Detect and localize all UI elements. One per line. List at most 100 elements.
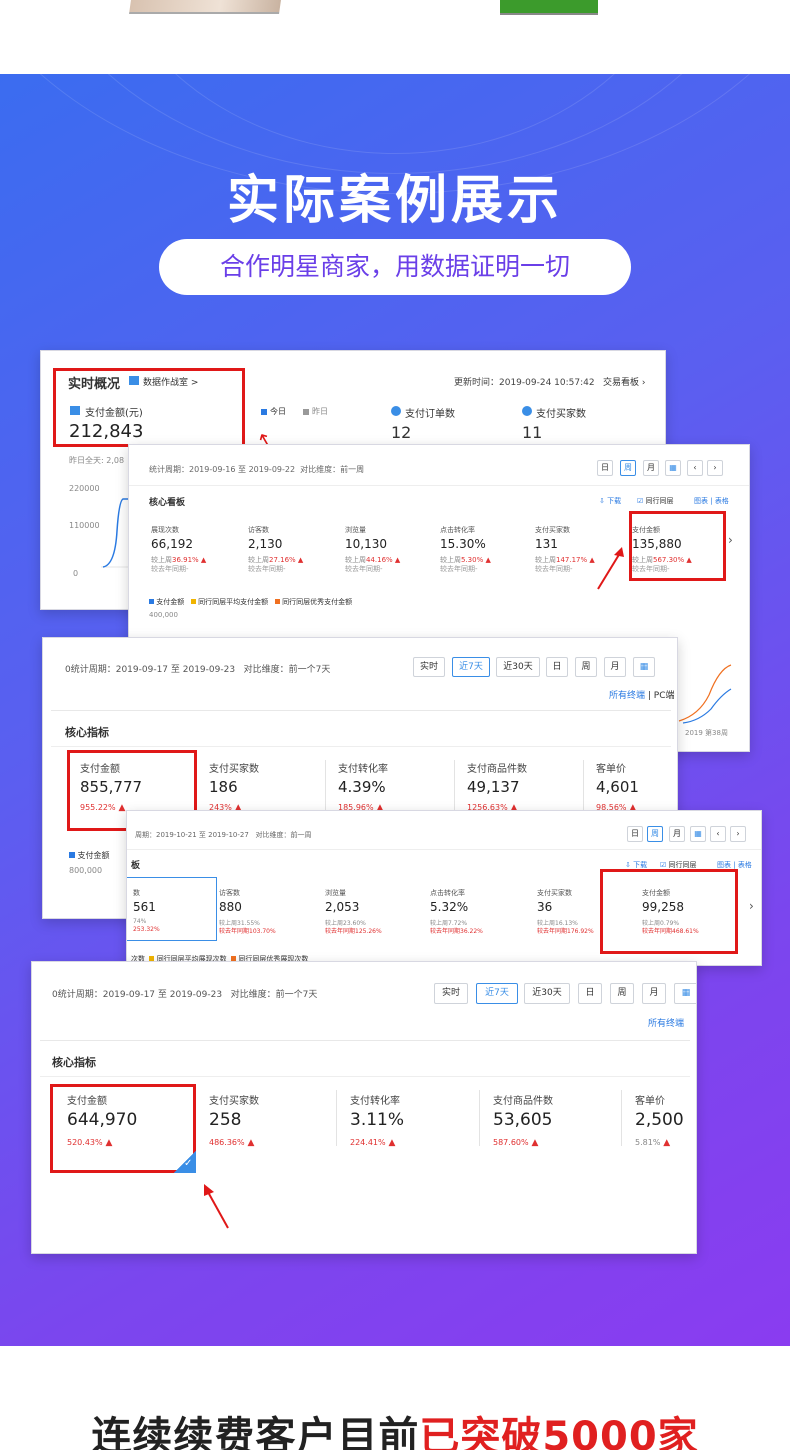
metric-pct-value: 486.36% xyxy=(209,1138,245,1147)
btn-day[interactable]: 日 xyxy=(627,826,643,842)
metric-label: 支付买家数 xyxy=(209,764,259,775)
btn-week[interactable]: 周 xyxy=(575,657,597,677)
divider xyxy=(129,485,749,486)
section-title: 板 xyxy=(131,861,141,871)
legend-yesterday-swatch xyxy=(303,409,309,415)
metric-pct: 5.81% ▲ xyxy=(635,1138,670,1148)
btn-month[interactable]: 月 xyxy=(669,826,685,842)
metric-label: 浏览量 xyxy=(325,889,346,897)
metric-label: 访客数 xyxy=(219,889,240,897)
metric-label: 访客数 xyxy=(248,526,269,534)
terminal-select[interactable]: 所有终端 | PC端 xyxy=(609,688,675,701)
compare-pct: 36.91% xyxy=(172,556,199,564)
btn-month[interactable]: 月 xyxy=(642,983,666,1004)
btn-week[interactable]: 周 xyxy=(610,983,634,1004)
next-icon[interactable]: › xyxy=(730,826,746,842)
y-tick: 400,000 xyxy=(149,611,178,619)
compare-label: 较上周 xyxy=(535,556,556,564)
metric-value: 3.11% xyxy=(350,1110,405,1130)
week-label: 2019 第38周 xyxy=(685,729,728,737)
metric-label: 点击转化率 xyxy=(440,526,475,534)
calendar-icon[interactable]: ▦ xyxy=(690,826,706,842)
btn-7days[interactable]: 近7天 xyxy=(452,657,490,677)
up-arrow-icon: ▲ xyxy=(295,556,304,564)
chart-legend: 支付金额 同行同层平均支付金额 同行同层优秀支付金额 xyxy=(149,597,352,607)
update-time: 更新时间：2019-09-24 10:57:42 xyxy=(454,378,595,388)
metric-label: 支付买家数 xyxy=(537,889,572,897)
metric-label: 支付转化率 xyxy=(338,764,388,775)
btn-7days[interactable]: 近7天 xyxy=(476,983,518,1004)
metric-pct-value: 224.41% xyxy=(350,1138,386,1147)
top-strip xyxy=(0,0,790,74)
metric-value: 15.30% xyxy=(440,537,486,551)
metric-compare-yoy: 较去年同期- xyxy=(345,565,383,573)
compare-pct: 44.16% xyxy=(366,556,393,564)
metric-label: 展现次数 xyxy=(151,526,179,534)
btn-30days[interactable]: 近30天 xyxy=(496,657,540,677)
next-metric-icon[interactable]: › xyxy=(728,533,733,547)
metric-label: 支付商品件数 xyxy=(467,764,527,775)
chart-legend: 支付金额 xyxy=(69,850,110,861)
chart-table-toggle[interactable]: 图表 | 表格 xyxy=(694,496,729,506)
y-tick: 110000 xyxy=(69,521,100,530)
orders-value: 12 xyxy=(391,423,412,442)
trend-chart-fragment xyxy=(678,664,732,724)
btn-week[interactable]: 周 xyxy=(620,460,636,476)
metric-value: 258 xyxy=(209,1110,242,1130)
metric-value: 66,192 xyxy=(151,537,193,551)
download-link[interactable]: ⇩ 下载 xyxy=(599,496,621,506)
metric-pct: 486.36% ▲ xyxy=(209,1138,254,1148)
prev-icon[interactable]: ‹ xyxy=(687,460,703,476)
peer-checkbox[interactable]: ☑ 同行同层 xyxy=(637,496,674,506)
core-board-screenshot-2: 周期：2019-10-21 至 2019-10-27 对比维度：前一周 日 周 … xyxy=(126,810,762,966)
subtitle-pill: 合作明星商家，用数据证明一切 xyxy=(159,239,631,295)
metric-value: 4,601 xyxy=(596,778,639,796)
top-photo-fragment xyxy=(129,0,281,14)
y-tick: 220000 xyxy=(69,484,100,493)
metric-pct-value: 5.81% xyxy=(635,1138,661,1147)
divider xyxy=(127,849,761,850)
metric-value: 2,130 xyxy=(248,537,283,551)
red-arrow-icon xyxy=(204,1184,229,1229)
up-arrow-icon: ▲ xyxy=(244,1138,255,1148)
metric-value: 186 xyxy=(209,778,238,796)
legend-today: 今日 xyxy=(270,407,286,416)
metric-label: 支付转化率 xyxy=(350,1096,400,1107)
calendar-icon[interactable]: ▦ xyxy=(665,460,681,476)
metric-compare: 74% xyxy=(133,918,147,925)
next-metric-icon[interactable]: › xyxy=(749,899,754,913)
calendar-icon[interactable]: ▦ xyxy=(674,983,696,1004)
btn-realtime[interactable]: 实时 xyxy=(413,657,445,677)
section-title: 核心看板 xyxy=(149,498,186,508)
metric-pct: 587.60% ▲ xyxy=(493,1138,538,1148)
metric-value: 49,137 xyxy=(467,778,520,796)
metric-pct: 224.41% ▲ xyxy=(350,1138,395,1148)
metric-value: 561 xyxy=(133,900,156,914)
footer-headline: 连续续费客户目前已突破5000家 xyxy=(91,1414,699,1450)
btn-month[interactable]: 月 xyxy=(604,657,626,677)
btn-realtime[interactable]: 实时 xyxy=(434,983,468,1004)
up-arrow-icon: ▲ xyxy=(528,1138,539,1148)
metric-value: 2,053 xyxy=(325,900,360,914)
prev-icon[interactable]: ‹ xyxy=(710,826,726,842)
btn-month[interactable]: 月 xyxy=(643,460,659,476)
divider xyxy=(51,710,671,711)
up-arrow-icon: ▲ xyxy=(198,556,207,564)
metric-divider xyxy=(621,1090,622,1146)
compare-label: 较上周 xyxy=(345,556,366,564)
next-icon[interactable]: › xyxy=(707,460,723,476)
trade-board-link[interactable]: 交易看板 › xyxy=(603,375,645,388)
terminal-select[interactable]: 所有终端 xyxy=(648,1016,684,1029)
y-tick: 0 xyxy=(73,569,79,578)
metric-compare-yoy: 较去年同期103.70% xyxy=(219,928,276,935)
btn-day[interactable]: 日 xyxy=(578,983,602,1004)
up-arrow-icon: ▲ xyxy=(483,556,491,564)
metric-divider xyxy=(454,760,455,810)
btn-day[interactable]: 日 xyxy=(546,657,568,677)
calendar-icon[interactable]: ▦ xyxy=(633,657,655,677)
btn-day[interactable]: 日 xyxy=(597,460,613,476)
metric-divider xyxy=(583,760,584,810)
btn-30days[interactable]: 近30天 xyxy=(524,983,570,1004)
compare-label: 较上周 xyxy=(248,556,269,564)
btn-week[interactable]: 周 xyxy=(647,826,663,842)
